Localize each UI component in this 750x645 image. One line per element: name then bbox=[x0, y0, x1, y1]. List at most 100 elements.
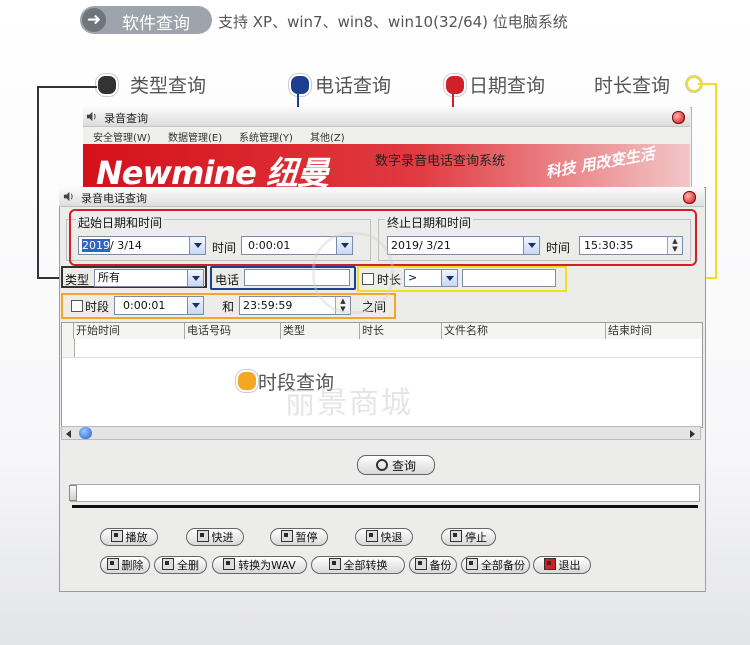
playback-progress[interactable] bbox=[70, 484, 700, 502]
magnifier-icon bbox=[375, 459, 388, 471]
watermark-text: 丽景商城 bbox=[285, 386, 413, 421]
watermark-seal bbox=[312, 232, 394, 314]
save-icon bbox=[466, 558, 478, 570]
delete-all-button[interactable]: 全删 bbox=[154, 556, 207, 574]
horizontal-scrollbar[interactable] bbox=[61, 426, 701, 440]
chevron-down-icon[interactable] bbox=[523, 237, 539, 254]
start-date-picker[interactable]: 2019/ 3/14 bbox=[78, 236, 206, 255]
pause-icon bbox=[280, 530, 293, 542]
column-header[interactable]: 时长 bbox=[360, 323, 442, 339]
divider bbox=[72, 505, 698, 508]
delete-all-label: 全删 bbox=[177, 559, 199, 572]
backup-all-label: 全部备份 bbox=[481, 559, 525, 572]
menu-system[interactable]: 系统管理(Y) bbox=[239, 129, 293, 144]
column-header[interactable]: 开始时间 bbox=[74, 323, 185, 339]
period-checkbox[interactable] bbox=[71, 300, 83, 312]
scroll-left-icon[interactable] bbox=[66, 430, 71, 438]
backup-button[interactable]: 备份 bbox=[409, 556, 457, 574]
banner-title: 软件查询 bbox=[122, 14, 190, 34]
scroll-thumb[interactable] bbox=[79, 427, 92, 439]
period-label: 时段 bbox=[85, 300, 110, 314]
speaker-icon bbox=[63, 191, 73, 202]
and-label: 和 bbox=[222, 300, 235, 314]
play-button[interactable]: 播放 bbox=[100, 528, 158, 546]
chevron-down-icon[interactable] bbox=[189, 237, 205, 254]
stop-label: 停止 bbox=[465, 531, 487, 544]
start-date-rest: / 3/14 bbox=[110, 239, 142, 252]
query-window-titlebar bbox=[83, 107, 690, 127]
duration-connector bbox=[698, 83, 716, 85]
query-button-label: 查询 bbox=[391, 459, 416, 473]
column-header[interactable]: 结束时间 bbox=[606, 323, 702, 339]
stop-button[interactable]: 停止 bbox=[441, 528, 496, 546]
save-icon bbox=[223, 558, 236, 570]
delete-label: 删除 bbox=[121, 559, 144, 572]
query-button[interactable]: 查询 bbox=[357, 455, 435, 475]
delete-all-icon bbox=[162, 558, 174, 570]
column-header[interactable]: 电话号码 bbox=[185, 323, 281, 339]
type-callout-dot-icon bbox=[96, 74, 118, 96]
chevron-down-icon[interactable] bbox=[441, 270, 457, 286]
type-connector bbox=[37, 86, 97, 88]
date-callout-label: 日期查询 bbox=[469, 75, 546, 97]
end-time-label: 时间 bbox=[546, 241, 571, 255]
backup-all-button[interactable]: 全部备份 bbox=[461, 556, 530, 574]
start-time-label: 时间 bbox=[212, 241, 237, 255]
backup-icon bbox=[414, 558, 427, 570]
phone-label: 电话 bbox=[215, 273, 240, 287]
rewind-button[interactable]: 快退 bbox=[355, 528, 413, 546]
speaker-icon bbox=[86, 111, 96, 122]
query-window-title: 录音查询 bbox=[104, 112, 148, 125]
convert-wav-button[interactable]: 转换为WAV bbox=[212, 556, 307, 574]
system-subtitle: 数字录音电话查询系统 bbox=[375, 154, 506, 169]
menu-bar: 安全管理(W) 数据管理(E) 系统管理(Y) 其他(Z) bbox=[83, 127, 690, 144]
save-icon bbox=[328, 558, 341, 570]
fast-forward-button[interactable]: 快进 bbox=[186, 528, 244, 546]
start-date-year: 2019 bbox=[82, 239, 110, 252]
column-header[interactable]: 类型 bbox=[281, 323, 360, 339]
chevron-down-icon[interactable] bbox=[187, 270, 203, 286]
rewind-icon bbox=[365, 530, 378, 542]
duration-connector bbox=[715, 83, 717, 279]
end-date-picker[interactable]: 2019/ 3/21 bbox=[387, 236, 540, 255]
row-header-cell bbox=[62, 323, 74, 339]
duration-callout-label: 时长查询 bbox=[594, 75, 671, 97]
exit-label: 退出 bbox=[558, 559, 581, 572]
stop-icon bbox=[450, 530, 462, 542]
date-callout-dot-icon bbox=[444, 74, 466, 96]
close-icon[interactable] bbox=[683, 191, 696, 204]
chevron-down-icon[interactable] bbox=[187, 297, 203, 314]
type-connector bbox=[37, 86, 39, 278]
menu-data[interactable]: 数据管理(E) bbox=[168, 129, 222, 144]
pause-button[interactable]: 暂停 bbox=[270, 528, 328, 546]
pause-label: 暂停 bbox=[295, 531, 318, 544]
fast-forward-label: 快进 bbox=[211, 531, 234, 544]
rewind-label: 快退 bbox=[380, 531, 403, 544]
play-icon bbox=[110, 530, 123, 542]
convert-wav-label: 转换为WAV bbox=[238, 559, 296, 572]
support-text: 支持 XP、win7、win8、win10(32/64) 位电脑系统 bbox=[218, 13, 568, 31]
time-spinner[interactable]: ▲ ▼ bbox=[667, 237, 682, 254]
duration-input[interactable] bbox=[462, 269, 556, 287]
main-titlebar bbox=[59, 187, 704, 207]
scroll-right-icon[interactable] bbox=[690, 430, 695, 438]
close-icon[interactable] bbox=[672, 111, 685, 124]
play-label: 播放 bbox=[125, 531, 148, 544]
row-indicator bbox=[62, 339, 75, 357]
menu-security[interactable]: 安全管理(W) bbox=[93, 129, 151, 144]
phone-callout-dot-icon bbox=[289, 74, 311, 96]
exit-button[interactable]: 退出 bbox=[533, 556, 591, 574]
period-callout-dot-icon bbox=[236, 370, 258, 392]
table-row[interactable] bbox=[62, 339, 702, 358]
fast-forward-icon bbox=[196, 530, 209, 542]
column-header[interactable]: 文件名称 bbox=[442, 323, 606, 339]
exit-icon bbox=[543, 558, 556, 570]
convert-all-button[interactable]: 全部转换 bbox=[311, 556, 405, 574]
phone-callout-label: 电话查询 bbox=[315, 75, 392, 97]
progress-handle[interactable] bbox=[69, 485, 77, 501]
type-callout-label: 类型查询 bbox=[130, 75, 207, 97]
convert-all-label: 全部转换 bbox=[343, 559, 388, 572]
backup-label: 备份 bbox=[429, 559, 452, 572]
menu-other[interactable]: 其他(Z) bbox=[310, 129, 345, 144]
delete-button[interactable]: 删除 bbox=[100, 556, 150, 574]
